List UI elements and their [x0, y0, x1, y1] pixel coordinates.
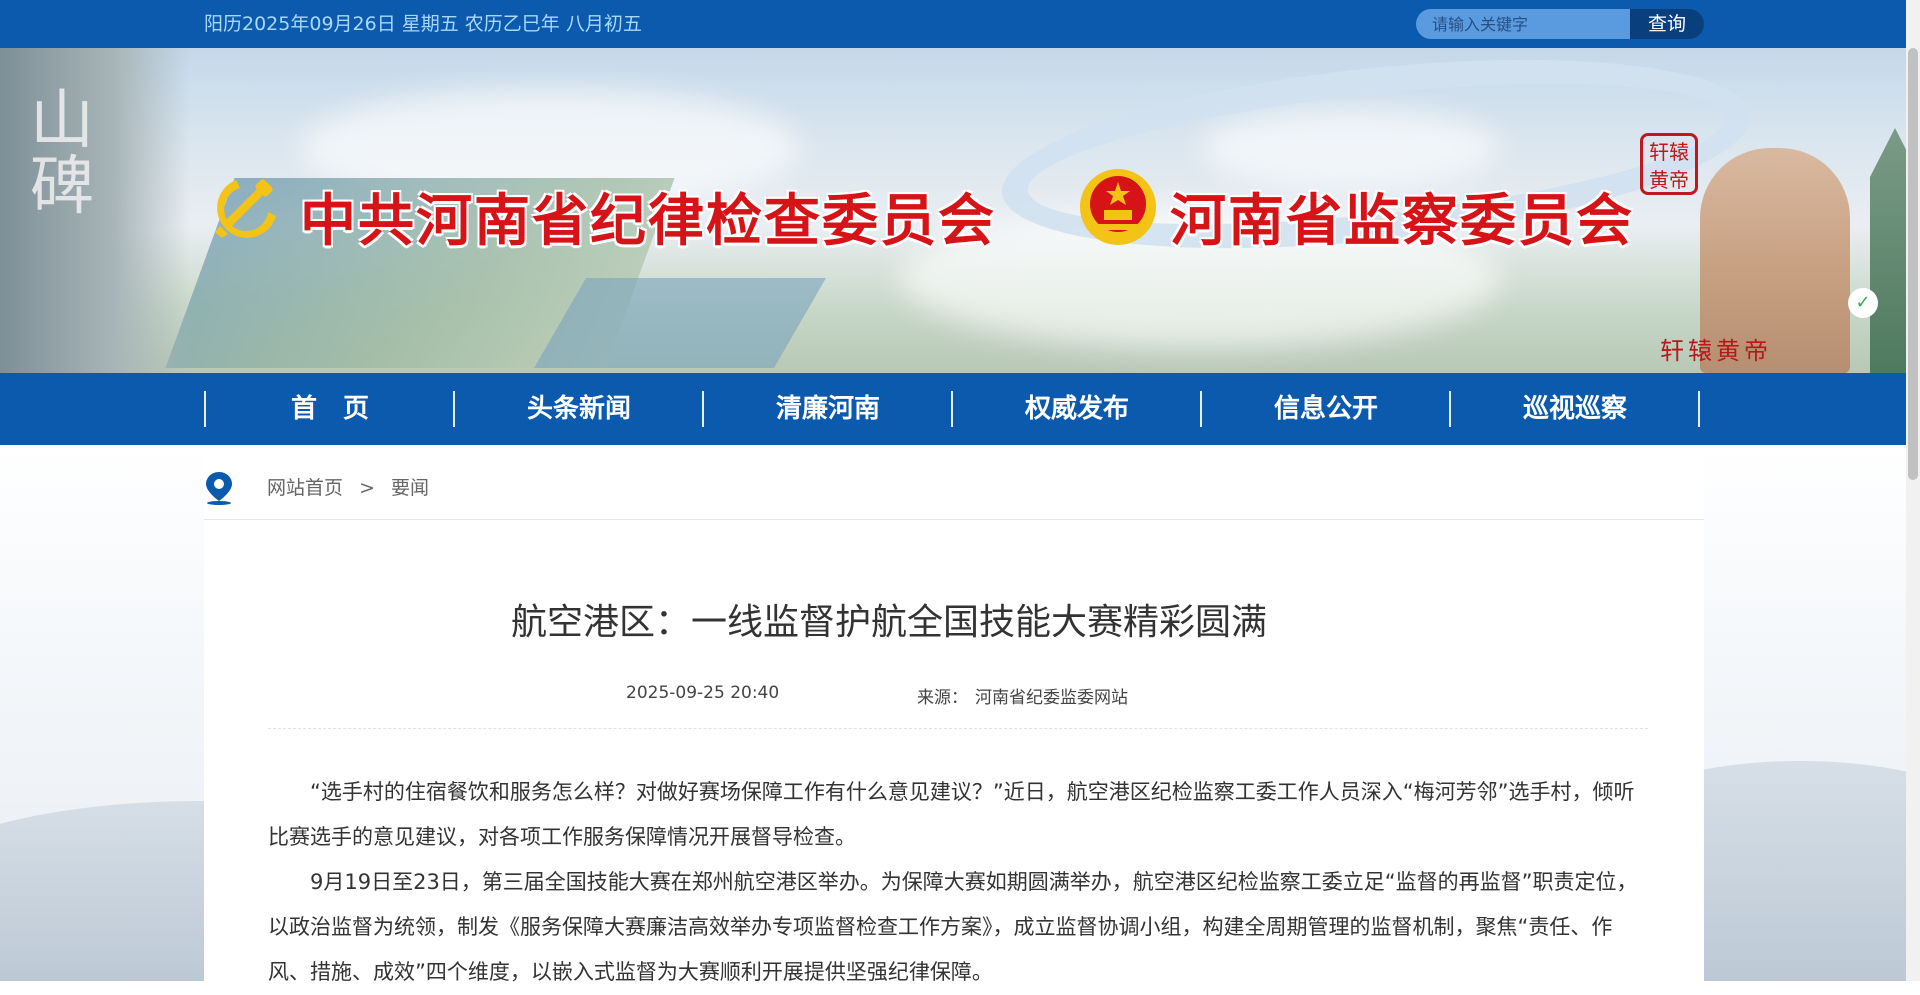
search-button[interactable]: 查询: [1630, 9, 1704, 39]
breadcrumb-home-link[interactable]: 网站首页: [267, 477, 343, 499]
statue-label: 轩辕黄帝: [1660, 337, 1772, 365]
breadcrumb: 网站首页 > 要闻: [204, 445, 1704, 520]
nav-item-inspection[interactable]: 巡视巡察: [1451, 391, 1699, 427]
top-bar: 阳历2025年09月26日 星期五 农历乙巳年 八月初五 查询: [0, 0, 1920, 48]
nav-item-clean-henan[interactable]: 清廉河南: [704, 391, 952, 427]
supervision-committee-title: 河南省监察委员会: [1170, 188, 1634, 254]
main-nav: 首 页 头条新闻 清廉河南 权威发布 信息公开 巡视巡察: [0, 373, 1920, 445]
party-committee-title: 中共河南省纪律检查委员会: [300, 188, 996, 254]
search-box: [1416, 9, 1630, 39]
location-pin-icon: [206, 472, 232, 505]
nav-item-home[interactable]: 首 页: [206, 391, 454, 427]
rock-carving-image: 山碑: [0, 48, 190, 373]
header-banner: 山碑 中共河南省纪律检查委员会 河南省监察委员会 轩辕 黄帝 轩辕黄帝 ✓: [0, 48, 1920, 373]
party-emblem-icon: [215, 179, 276, 238]
national-emblem-icon: [1080, 169, 1156, 245]
date-text: 阳历2025年09月26日 星期五 农历乙巳年 八月初五: [204, 13, 642, 35]
article-source-label: 来源：: [917, 688, 968, 708]
nav-item-headlines[interactable]: 头条新闻: [455, 391, 703, 427]
article-body: “选手村的住宿餐饮和服务怎么样？对做好赛场保障工作有什么意见建议？”近日，航空港…: [268, 770, 1648, 995]
article-paragraph: “选手村的住宿餐饮和服务怎么样？对做好赛场保障工作有什么意见建议？”近日，航空港…: [268, 780, 1635, 849]
scrollbar-thumb[interactable]: [1908, 48, 1918, 480]
article-title: 航空港区：一线监督护航全国技能大赛精彩圆满: [510, 602, 1267, 643]
rock-carving-text: 山碑: [30, 84, 94, 224]
search-input[interactable]: [1430, 9, 1614, 39]
article-source: 河南省纪委监委网站: [975, 688, 1128, 708]
page-scrollbar[interactable]: [1906, 0, 1920, 981]
divider: [268, 728, 1648, 729]
seal-stamp: 轩辕 黄帝: [1640, 133, 1698, 195]
article-paragraph: 9月19日至23日，第三届全国技能大赛在郑州航空港区举办。为保障大赛如期圆满举办…: [268, 870, 1638, 984]
article-date: 2025-09-25 20:40: [626, 683, 780, 703]
wechat-icon[interactable]: ✓: [1848, 288, 1878, 318]
breadcrumb-current[interactable]: 要闻: [391, 477, 429, 499]
nav-item-releases[interactable]: 权威发布: [953, 391, 1201, 427]
breadcrumb-separator: >: [359, 477, 375, 499]
article-container: 网站首页 > 要闻 航空港区：一线监督护航全国技能大赛精彩圆满 2025-09-…: [204, 445, 1704, 984]
nav-item-info-disclosure[interactable]: 信息公开: [1202, 391, 1450, 427]
